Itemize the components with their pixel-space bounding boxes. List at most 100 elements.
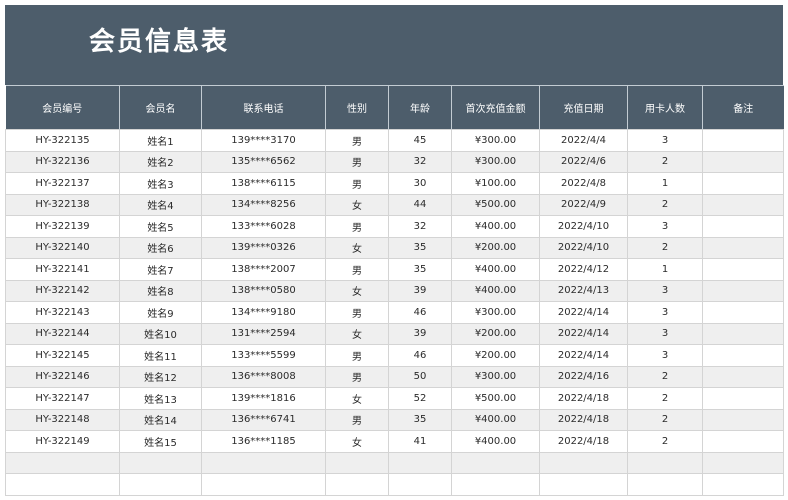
column-header[interactable]: 充值日期 (539, 85, 628, 130)
table-cell[interactable]: 50 (388, 365, 452, 388)
table-cell[interactable] (702, 322, 784, 345)
table-cell[interactable]: 男 (325, 301, 389, 324)
table-cell[interactable] (702, 258, 784, 281)
table-cell[interactable]: 136****8008 (201, 365, 326, 388)
table-cell[interactable]: 32 (388, 215, 452, 238)
table-cell[interactable]: 134****8256 (201, 193, 326, 216)
table-cell[interactable]: 136****6741 (201, 408, 326, 431)
table-cell[interactable] (702, 344, 784, 367)
table-cell[interactable]: 1 (627, 258, 703, 281)
table-cell[interactable]: 2022/4/13 (539, 279, 628, 302)
table-cell[interactable]: 30 (388, 172, 452, 195)
table-cell[interactable]: ¥200.00 (451, 236, 540, 259)
table-cell[interactable]: ¥400.00 (451, 430, 540, 453)
table-cell[interactable]: 女 (325, 193, 389, 216)
table-cell[interactable] (702, 387, 784, 410)
table-cell[interactable]: 姓名12 (119, 365, 202, 388)
table-cell[interactable]: 46 (388, 301, 452, 324)
table-cell[interactable]: 44 (388, 193, 452, 216)
table-cell[interactable]: 2022/4/16 (539, 365, 628, 388)
table-cell[interactable]: 姓名11 (119, 344, 202, 367)
table-cell[interactable]: 3 (627, 215, 703, 238)
table-cell[interactable]: 2022/4/6 (539, 150, 628, 173)
table-cell[interactable]: 2022/4/18 (539, 430, 628, 453)
table-cell[interactable]: HY-322142 (5, 279, 120, 302)
column-header[interactable]: 性别 (325, 85, 389, 130)
column-header[interactable]: 联系电话 (201, 85, 326, 130)
table-cell[interactable]: 135****6562 (201, 150, 326, 173)
table-cell[interactable] (5, 473, 120, 496)
table-cell[interactable]: 姓名6 (119, 236, 202, 259)
table-cell[interactable]: 138****0580 (201, 279, 326, 302)
table-cell[interactable]: 45 (388, 129, 452, 152)
table-cell[interactable]: 2022/4/9 (539, 193, 628, 216)
table-cell[interactable]: 女 (325, 322, 389, 345)
table-cell[interactable]: 2022/4/8 (539, 172, 628, 195)
table-cell[interactable]: 姓名8 (119, 279, 202, 302)
table-cell[interactable]: 姓名2 (119, 150, 202, 173)
table-cell[interactable]: ¥300.00 (451, 129, 540, 152)
table-cell[interactable] (702, 473, 784, 496)
column-header[interactable]: 首次充值金额 (451, 85, 540, 130)
table-cell[interactable]: 1 (627, 172, 703, 195)
table-cell[interactable]: ¥400.00 (451, 279, 540, 302)
table-cell[interactable] (388, 473, 452, 496)
table-cell[interactable]: 138****2007 (201, 258, 326, 281)
table-cell[interactable]: 男 (325, 408, 389, 431)
table-cell[interactable]: 2 (627, 408, 703, 431)
table-cell[interactable]: 2022/4/14 (539, 344, 628, 367)
table-cell[interactable]: 35 (388, 258, 452, 281)
table-cell[interactable]: HY-322146 (5, 365, 120, 388)
table-cell[interactable]: 姓名10 (119, 322, 202, 345)
table-cell[interactable]: 138****6115 (201, 172, 326, 195)
table-cell[interactable] (627, 451, 703, 474)
table-cell[interactable]: HY-322136 (5, 150, 120, 173)
column-header[interactable]: 年龄 (388, 85, 452, 130)
table-cell[interactable]: 136****1185 (201, 430, 326, 453)
table-cell[interactable]: 2022/4/10 (539, 236, 628, 259)
table-cell[interactable]: ¥200.00 (451, 344, 540, 367)
table-cell[interactable] (702, 451, 784, 474)
table-cell[interactable]: 女 (325, 236, 389, 259)
table-cell[interactable] (702, 215, 784, 238)
table-cell[interactable]: ¥400.00 (451, 215, 540, 238)
table-cell[interactable] (451, 451, 540, 474)
table-cell[interactable]: 姓名7 (119, 258, 202, 281)
column-header[interactable]: 会员名 (119, 85, 202, 130)
table-cell[interactable]: 男 (325, 129, 389, 152)
table-cell[interactable]: 2022/4/4 (539, 129, 628, 152)
table-cell[interactable]: 姓名1 (119, 129, 202, 152)
table-cell[interactable]: 2 (627, 150, 703, 173)
table-cell[interactable] (325, 473, 389, 496)
table-cell[interactable] (702, 408, 784, 431)
table-cell[interactable]: 2 (627, 193, 703, 216)
table-cell[interactable]: 41 (388, 430, 452, 453)
table-cell[interactable] (119, 451, 202, 474)
table-cell[interactable]: 3 (627, 344, 703, 367)
table-cell[interactable]: HY-322145 (5, 344, 120, 367)
table-cell[interactable]: 姓名5 (119, 215, 202, 238)
table-cell[interactable]: 2 (627, 430, 703, 453)
table-cell[interactable]: HY-322143 (5, 301, 120, 324)
table-cell[interactable]: 139****0326 (201, 236, 326, 259)
table-cell[interactable] (119, 473, 202, 496)
table-cell[interactable] (702, 430, 784, 453)
table-cell[interactable] (702, 236, 784, 259)
table-cell[interactable]: 131****2594 (201, 322, 326, 345)
table-cell[interactable]: 2022/4/10 (539, 215, 628, 238)
table-cell[interactable]: 2022/4/18 (539, 408, 628, 431)
table-cell[interactable]: 姓名14 (119, 408, 202, 431)
table-cell[interactable]: ¥400.00 (451, 408, 540, 431)
column-header[interactable]: 用卡人数 (627, 85, 703, 130)
table-cell[interactable] (201, 473, 326, 496)
table-cell[interactable] (627, 473, 703, 496)
table-cell[interactable]: HY-322141 (5, 258, 120, 281)
table-cell[interactable]: 133****6028 (201, 215, 326, 238)
table-cell[interactable]: 3 (627, 279, 703, 302)
table-cell[interactable]: 32 (388, 150, 452, 173)
table-cell[interactable]: HY-322138 (5, 193, 120, 216)
table-cell[interactable] (702, 193, 784, 216)
table-cell[interactable]: 3 (627, 301, 703, 324)
table-cell[interactable]: 139****3170 (201, 129, 326, 152)
table-cell[interactable]: ¥300.00 (451, 301, 540, 324)
